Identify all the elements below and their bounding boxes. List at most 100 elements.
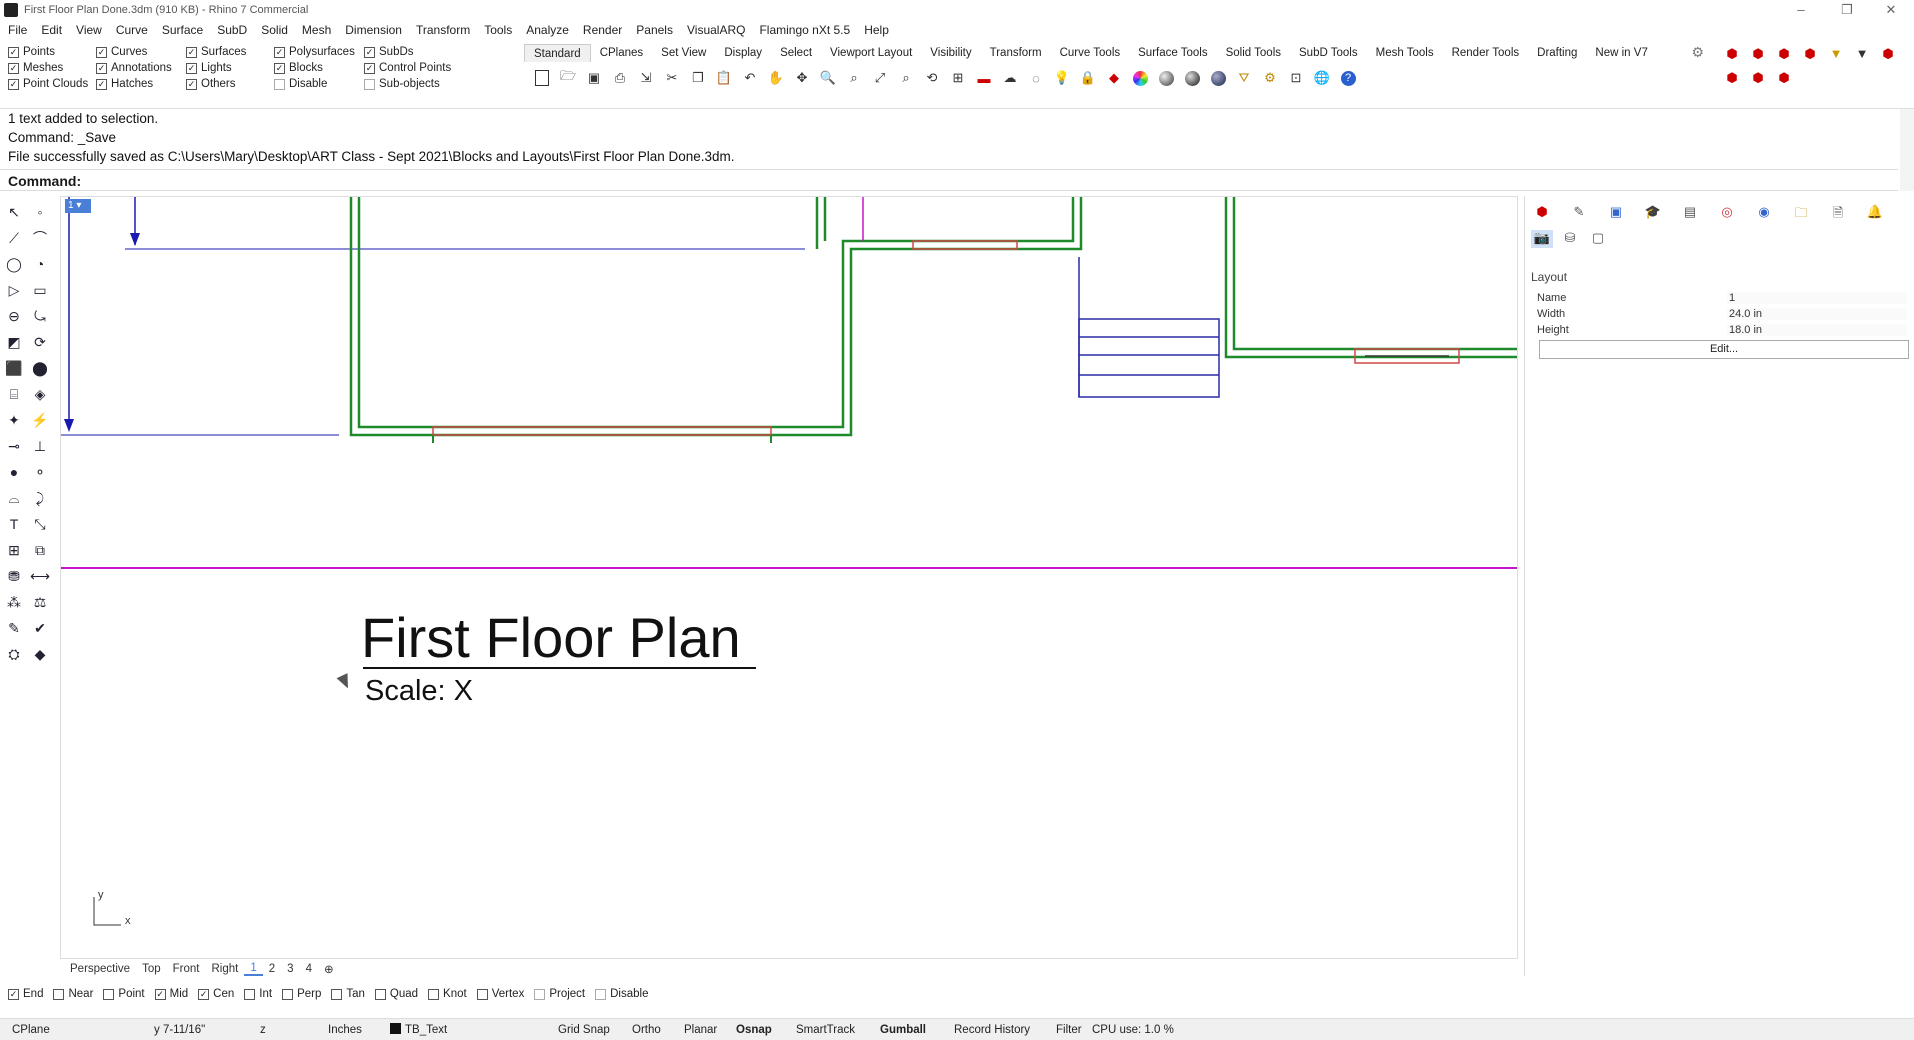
filter-disable[interactable]: Disable xyxy=(274,76,355,92)
filter-curves[interactable]: ✓ Curves xyxy=(96,44,172,60)
render-window-icon[interactable]: ⬢ xyxy=(1774,46,1794,64)
checkbox-icon[interactable] xyxy=(274,78,285,90)
light-bulb-icon[interactable]: ✦ xyxy=(4,410,24,430)
shaded-sphere-icon[interactable] xyxy=(1156,68,1176,88)
tab-mesh-tools[interactable]: Mesh Tools xyxy=(1367,44,1443,62)
render-sphere-icon[interactable] xyxy=(1182,68,1202,88)
text-icon[interactable]: T xyxy=(4,514,24,534)
zoom-window-icon[interactable]: ⌕ xyxy=(844,68,864,88)
filter-hatches[interactable]: ✓ Hatches xyxy=(96,76,172,92)
checkbox-icon[interactable]: ✓ xyxy=(364,62,375,74)
camera-icon[interactable]: 📷 xyxy=(1531,230,1553,248)
viewport-label[interactable]: 1 ▾ xyxy=(65,199,91,213)
osnap-point[interactable]: Point xyxy=(103,988,145,1000)
undo-view-icon[interactable]: ⟲ xyxy=(922,68,942,88)
filter-point-clouds[interactable]: ✓ Point Clouds xyxy=(8,76,88,92)
cylinder-icon[interactable]: ⌸ xyxy=(4,384,24,404)
status-cplane[interactable]: CPlane xyxy=(12,1019,50,1040)
explode-icon[interactable]: ⊥ xyxy=(30,436,50,456)
filter-blocks[interactable]: ✓ Blocks xyxy=(274,60,355,76)
tab-curve-tools[interactable]: Curve Tools xyxy=(1051,44,1130,62)
checkbox-icon[interactable] xyxy=(103,988,115,1000)
gumball-toggle[interactable]: Gumball xyxy=(880,1019,926,1040)
edit-points-icon[interactable]: ✎ xyxy=(4,618,24,638)
loft-icon[interactable]: ⟳ xyxy=(30,332,50,352)
edit-layout-button[interactable]: Edit... xyxy=(1539,340,1909,359)
zoom-extents-icon[interactable]: ⤢ xyxy=(870,68,890,88)
notifications-icon[interactable]: 🔔 xyxy=(1864,204,1886,222)
filter-sub-objects[interactable]: Sub-objects xyxy=(364,76,451,92)
tab-solid-tools[interactable]: Solid Tools xyxy=(1217,44,1290,62)
arc-icon[interactable]: ◔ xyxy=(30,254,50,274)
environment-panel-icon[interactable]: ◉ xyxy=(1753,204,1775,222)
dimension-tool-icon[interactable]: ⟷ xyxy=(30,566,50,586)
filter-subds[interactable]: ✓ SubDs xyxy=(364,44,451,60)
menu-visualarq[interactable]: VisualARQ xyxy=(687,23,745,37)
layout-viewport[interactable]: 1 ▾ First Floor Plan Scale: X y x xyxy=(60,196,1518,959)
tab-cplanes[interactable]: CPlanes xyxy=(591,44,652,62)
copy-icon[interactable]: ❐ xyxy=(688,68,708,88)
curve-icon[interactable]: ⌒ xyxy=(30,228,50,248)
menu-help[interactable]: Help xyxy=(864,23,889,37)
checkbox-icon[interactable] xyxy=(331,988,343,1000)
osnap-cen[interactable]: ✓ Cen xyxy=(198,988,234,1000)
save-icon[interactable]: ▣ xyxy=(584,68,604,88)
menu-surface[interactable]: Surface xyxy=(162,23,203,37)
menu-analyze[interactable]: Analyze xyxy=(526,23,569,37)
checkbox-icon[interactable]: ✓ xyxy=(186,78,197,90)
menu-mesh[interactable]: Mesh xyxy=(302,23,331,37)
document-icon[interactable]: 🗎 xyxy=(1827,204,1849,222)
menu-panels[interactable]: Panels xyxy=(636,23,673,37)
osnap-perp[interactable]: Perp xyxy=(282,988,321,1000)
osnap-disable[interactable]: Disable xyxy=(595,988,648,1000)
close-button[interactable]: ✕ xyxy=(1868,0,1914,20)
tab-layout-4[interactable]: 4 xyxy=(300,963,318,975)
planar-toggle[interactable]: Planar xyxy=(684,1019,717,1040)
texture-icon[interactable]: ⬢ xyxy=(1748,70,1768,88)
checkbox-icon[interactable]: ✓ xyxy=(364,46,375,58)
surface-icon[interactable]: ◩ xyxy=(4,332,24,352)
tab-standard[interactable]: Standard xyxy=(524,44,591,62)
tab-set-view[interactable]: Set View xyxy=(652,44,715,62)
tab-viewport-layout[interactable]: Viewport Layout xyxy=(821,44,921,62)
mesh-icon[interactable]: ◈ xyxy=(30,384,50,404)
four-viewports-icon[interactable]: ⊞ xyxy=(948,68,968,88)
help-icon[interactable]: ? xyxy=(1338,68,1358,88)
render-preview-icon[interactable]: ⬢ xyxy=(1748,46,1768,64)
menu-tools[interactable]: Tools xyxy=(484,23,512,37)
trim-icon[interactable]: ⌓ xyxy=(4,488,24,508)
tab-layout-3[interactable]: 3 xyxy=(281,963,299,975)
checkbox-icon[interactable]: ✓ xyxy=(8,46,19,58)
select-arrow-icon[interactable]: ↖ xyxy=(4,202,24,222)
menu-edit[interactable]: Edit xyxy=(41,23,62,37)
decal-icon[interactable]: ⬢ xyxy=(1774,70,1794,88)
checkbox-icon[interactable] xyxy=(534,988,546,1000)
checkbox-icon[interactable] xyxy=(476,988,488,1000)
properties-icon[interactable]: ⬢ xyxy=(1531,204,1553,222)
menu-flamingo[interactable]: Flamingo nXt 5.5 xyxy=(759,23,850,37)
checkbox-icon[interactable]: ✓ xyxy=(154,988,166,1000)
checkbox-icon[interactable]: ✓ xyxy=(198,988,210,1000)
cut-icon[interactable]: ✂ xyxy=(662,68,682,88)
render-icon[interactable]: ⬢ xyxy=(1722,46,1742,64)
group-icon[interactable]: ● xyxy=(4,462,24,482)
layers-icon[interactable]: ✎ xyxy=(1568,204,1590,222)
rotate-view-icon[interactable]: ✥ xyxy=(792,68,812,88)
drawing-scale-text[interactable]: Scale: X xyxy=(365,675,473,708)
osnap-near[interactable]: Near xyxy=(53,988,93,1000)
status-layer[interactable]: TB_Text xyxy=(390,1019,447,1040)
help-hat-icon[interactable]: 🎓 xyxy=(1642,204,1664,222)
tab-drafting[interactable]: Drafting xyxy=(1528,44,1586,62)
polyline-icon[interactable]: ⟋ xyxy=(4,228,24,248)
tab-visibility[interactable]: Visibility xyxy=(921,44,980,62)
checkbox-icon[interactable] xyxy=(428,988,440,1000)
analyze-icon[interactable]: ⚖ xyxy=(30,592,50,612)
drawing-title[interactable]: First Floor Plan xyxy=(361,605,741,670)
join-icon[interactable]: ⊸ xyxy=(4,436,24,456)
tab-select[interactable]: Select xyxy=(771,44,821,62)
lock-icon[interactable]: 🔒 xyxy=(1078,68,1098,88)
command-scrollbar[interactable] xyxy=(1900,109,1914,191)
cplane-icon[interactable]: ▬ xyxy=(974,68,994,88)
display-icon[interactable]: ▣ xyxy=(1605,204,1627,222)
tab-perspective[interactable]: Perspective xyxy=(64,963,136,975)
